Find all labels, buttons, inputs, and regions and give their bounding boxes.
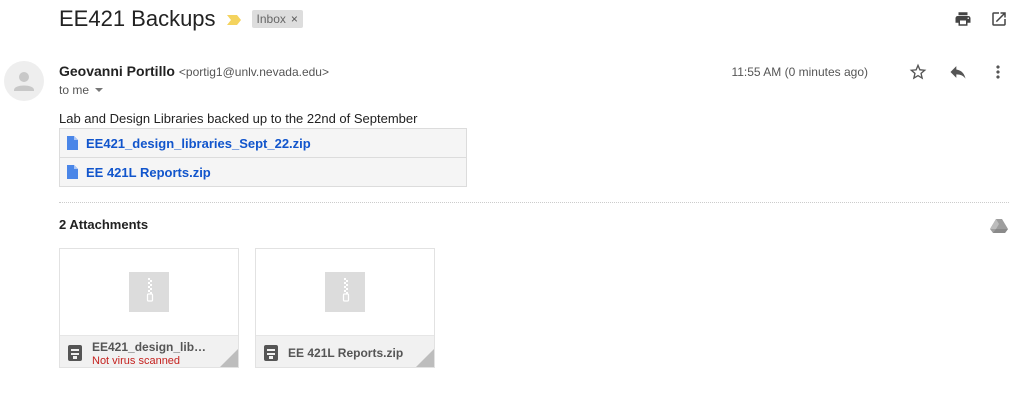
attachment-footer: EE421_design_libra... Not virus scanned	[60, 335, 238, 367]
page-curl-corner	[414, 349, 434, 367]
drive-link-1[interactable]: EE421_design_libraries_Sept_22.zip	[59, 128, 467, 158]
chevron-down-icon[interactable]	[95, 88, 104, 92]
avatar[interactable]	[4, 61, 44, 101]
attachments-divider	[59, 202, 1009, 203]
message-meta: 11:55 AM (0 minutes ago)	[731, 62, 1008, 82]
recipient-text: to me	[59, 83, 90, 97]
archive-type-icon	[68, 345, 82, 361]
reply-icon[interactable]	[948, 62, 968, 82]
email-subject: EE421 Backups	[59, 6, 216, 31]
drive-link-2[interactable]: EE 421L Reports.zip	[59, 157, 467, 187]
sender-row: Geovanni Portillo <portig1@unlv.nevada.e…	[59, 63, 329, 79]
open-in-new-window-icon[interactable]	[990, 10, 1008, 28]
timestamp: 11:55 AM (0 minutes ago)	[731, 65, 868, 79]
archive-type-icon	[264, 345, 278, 361]
label-chip-text: Inbox	[256, 12, 286, 26]
attachment-footer: EE 421L Reports.zip	[256, 335, 434, 367]
star-icon[interactable]	[908, 62, 928, 82]
attachment-preview	[60, 249, 238, 335]
file-icon	[67, 136, 78, 150]
attachment-name: EE421_design_libra...	[92, 340, 210, 354]
sender-email: <portig1@unlv.nevada.edu>	[178, 65, 329, 79]
message-body-text: Lab and Design Libraries backed up to th…	[59, 111, 418, 126]
label-chip-inbox[interactable]: Inbox ×	[251, 10, 303, 28]
subject-row: EE421 Backups Inbox ×	[59, 6, 303, 32]
attachment-card[interactable]: EE421_design_libra... Not virus scanned	[59, 248, 239, 368]
attachment-name: EE 421L Reports.zip	[288, 346, 404, 360]
file-icon	[67, 165, 78, 179]
drive-link-label[interactable]: EE421_design_libraries_Sept_22.zip	[86, 136, 311, 151]
zip-file-icon	[129, 272, 169, 312]
remove-label-icon[interactable]: ×	[291, 12, 298, 26]
attachment-card[interactable]: EE 421L Reports.zip	[255, 248, 435, 368]
sender-name[interactable]: Geovanni Portillo	[59, 63, 175, 79]
top-actions	[954, 10, 1008, 28]
page-curl-corner	[218, 349, 238, 367]
print-icon[interactable]	[954, 10, 972, 28]
attachments-title: 2 Attachments	[59, 217, 149, 232]
zip-file-icon	[325, 272, 365, 312]
drive-link-label[interactable]: EE 421L Reports.zip	[86, 165, 211, 180]
attachment-preview	[256, 249, 434, 335]
virus-scan-warning: Not virus scanned	[92, 355, 181, 367]
recipient-details-toggle[interactable]: to me	[59, 83, 104, 97]
importance-marker-icon[interactable]	[226, 13, 242, 25]
google-drive-icon[interactable]	[990, 218, 1008, 234]
more-vert-icon[interactable]	[988, 62, 1008, 82]
